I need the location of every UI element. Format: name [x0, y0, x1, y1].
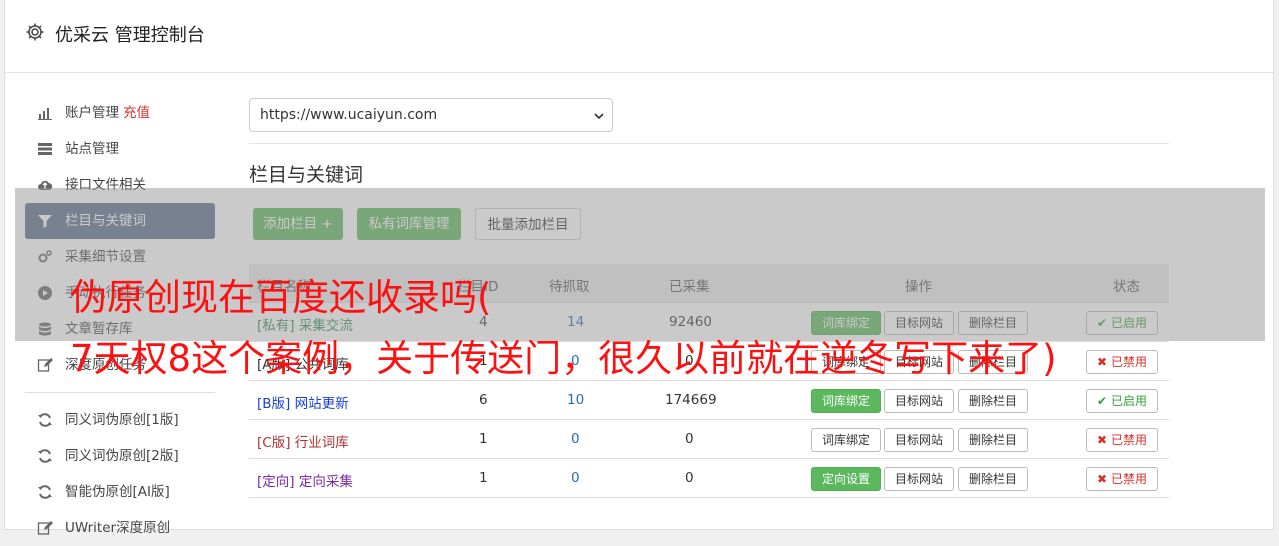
- sidebar-item-label: 账户管理: [65, 105, 119, 121]
- delete-column-button[interactable]: 删除栏目: [958, 389, 1028, 413]
- sidebar-item-extra-3[interactable]: UWriter深度原创: [25, 510, 215, 546]
- pending-count: 0: [571, 470, 580, 486]
- section-title: 栏目与关键词: [249, 164, 364, 186]
- sidebar-item-extra-2[interactable]: 智能伪原创[AI版]: [25, 474, 215, 510]
- delete-column-button[interactable]: 删除栏目: [958, 467, 1028, 491]
- sidebar-divider: [25, 392, 215, 393]
- sidebar-item-label: 同义词伪原创[1版]: [65, 412, 179, 428]
- column-name[interactable]: [C版] 行业词库: [257, 431, 349, 451]
- pending-count: 0: [571, 431, 580, 447]
- sidebar-item-label: 智能伪原创[AI版]: [65, 484, 170, 500]
- gear-icon: [26, 23, 44, 41]
- target-site-button[interactable]: 目标网站: [884, 389, 954, 413]
- sidebar-item-1[interactable]: 站点管理: [25, 131, 215, 167]
- column-tag: [定向]: [257, 474, 295, 490]
- column-id: 6: [479, 392, 488, 408]
- site-select-value: https://www.ucaiyun.com: [260, 107, 438, 123]
- recharge-link[interactable]: 充值: [123, 105, 150, 121]
- sidebar-item-label: 同义词伪原创[2版]: [65, 448, 179, 464]
- target-site-button[interactable]: 目标网站: [884, 467, 954, 491]
- collected-count: 174669: [665, 392, 717, 408]
- check-icon: ✔: [1097, 394, 1108, 408]
- table-row: [定向] 定向采集 1 0 0 定向设置 目标网站 删除栏目 ✖ 已禁用: [249, 459, 1169, 498]
- overlay-title-line1: 伪原创现在百度还收录吗(: [70, 276, 492, 319]
- collected-count: 0: [685, 431, 694, 447]
- column-title: 网站更新: [294, 396, 349, 412]
- edit-icon: [37, 358, 53, 372]
- close-icon: ✖: [1097, 355, 1108, 369]
- column-id: 1: [479, 431, 488, 447]
- refresh-icon: [38, 449, 52, 463]
- delete-column-button[interactable]: 删除栏目: [958, 428, 1028, 452]
- bind-lib-button[interactable]: 词库绑定: [811, 428, 881, 452]
- bind-lib-button[interactable]: 词库绑定: [811, 389, 881, 413]
- status-toggle[interactable]: ✖ 已禁用: [1086, 428, 1158, 452]
- column-title: 行业词库: [294, 435, 349, 451]
- page-title: 优采云 管理控制台: [55, 25, 205, 46]
- target-site-button[interactable]: 目标网站: [884, 428, 954, 452]
- sidebar-item-label: UWriter深度原创: [65, 520, 171, 536]
- sidebar-item-extra-0[interactable]: 同义词伪原创[1版]: [25, 402, 215, 438]
- close-icon: ✖: [1097, 433, 1108, 447]
- column-id: 1: [479, 470, 488, 486]
- table-row: [C版] 行业词库 1 0 0 词库绑定 目标网站 删除栏目 ✖ 已禁用: [249, 420, 1169, 459]
- status-toggle[interactable]: ✔ 已启用: [1086, 389, 1158, 413]
- close-icon: ✖: [1097, 472, 1108, 486]
- status-label: 已禁用: [1110, 433, 1147, 447]
- column-title: 定向采集: [298, 474, 353, 490]
- top-bar: 优采云 管理控制台: [5, 0, 1273, 73]
- divider: [249, 143, 1169, 144]
- status-toggle[interactable]: ✖ 已禁用: [1086, 350, 1158, 374]
- bar-chart-icon: [38, 108, 52, 120]
- refresh-icon: [38, 413, 52, 427]
- status-label: 已启用: [1110, 394, 1147, 408]
- status-label: 已禁用: [1110, 355, 1147, 369]
- status-label: 已禁用: [1110, 472, 1147, 486]
- table-row: [B版] 网站更新 6 10 174669 词库绑定 目标网站 删除栏目 ✔ 已启用: [249, 381, 1169, 420]
- pending-count: 10: [567, 392, 585, 408]
- collected-count: 0: [685, 470, 694, 486]
- column-name[interactable]: [B版] 网站更新: [257, 392, 349, 412]
- column-tag: [B版]: [257, 396, 291, 412]
- column-tag: [C版]: [257, 435, 291, 451]
- server-icon: [38, 143, 52, 155]
- sidebar-item-label: 站点管理: [65, 141, 119, 157]
- sidebar-item-extra-1[interactable]: 同义词伪原创[2版]: [25, 438, 215, 474]
- refresh-icon: [38, 485, 52, 499]
- chevron-down-icon: [594, 113, 604, 120]
- column-name[interactable]: [定向] 定向采集: [257, 470, 353, 490]
- status-toggle[interactable]: ✖ 已禁用: [1086, 467, 1158, 491]
- overlay-title-line2: 7天权8这个案例，关于传送门，很久以前就在逆冬写下来了): [70, 337, 1057, 380]
- edit-icon: [37, 521, 53, 535]
- sidebar-item-0[interactable]: 账户管理 充值: [25, 95, 215, 131]
- site-select[interactable]: https://www.ucaiyun.com: [249, 98, 613, 132]
- bind-lib-button[interactable]: 定向设置: [811, 467, 881, 491]
